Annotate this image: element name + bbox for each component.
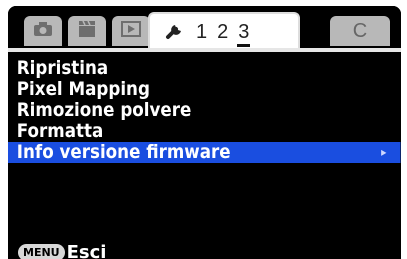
custom-tab-label: C	[352, 19, 368, 42]
menu-item-label: Pixel Mapping	[16, 78, 150, 100]
menu-item-firmware-info[interactable]: Info versione firmware ▸	[8, 141, 401, 163]
menu-button-icon[interactable]: MENU	[18, 243, 65, 259]
footer: MENU Esci	[18, 239, 106, 259]
exit-label: Esci	[66, 241, 107, 259]
camera-icon	[33, 21, 53, 41]
tab-playback[interactable]	[112, 16, 150, 46]
wrench-icon	[164, 19, 186, 45]
camera-menu-screen: 1 2 3 C Ripristina Pixel Mapping Rimozio…	[8, 6, 401, 259]
menu-item-label: Ripristina	[16, 57, 109, 79]
tab-shooting[interactable]	[24, 16, 62, 46]
setup-page-3[interactable]: 3	[237, 21, 251, 47]
tab-movie[interactable]	[68, 16, 106, 46]
menu-item-pixel-mapping[interactable]: Pixel Mapping	[8, 79, 354, 100]
menu-item-format[interactable]: Formatta	[8, 121, 354, 142]
menu-item-label: Rimozione polvere	[16, 99, 192, 121]
menu-list: Ripristina Pixel Mapping Rimozione polve…	[8, 58, 401, 163]
menu-item-label: Formatta	[16, 120, 104, 142]
tab-bar: 1 2 3 C	[8, 6, 401, 52]
tab-divider	[8, 48, 401, 52]
chevron-right-icon: ▸	[381, 145, 387, 159]
menu-item-reset[interactable]: Ripristina	[8, 58, 354, 79]
playback-icon	[121, 21, 141, 41]
tab-custom[interactable]: C	[330, 16, 390, 46]
menu-item-dust-removal[interactable]: Rimozione polvere	[8, 100, 354, 121]
menu-item-label: Info versione firmware	[16, 141, 231, 163]
movie-icon	[77, 20, 97, 42]
setup-page-1[interactable]: 1	[196, 21, 207, 44]
tab-setup[interactable]: 1 2 3	[148, 12, 300, 50]
setup-page-2[interactable]: 2	[217, 21, 228, 44]
